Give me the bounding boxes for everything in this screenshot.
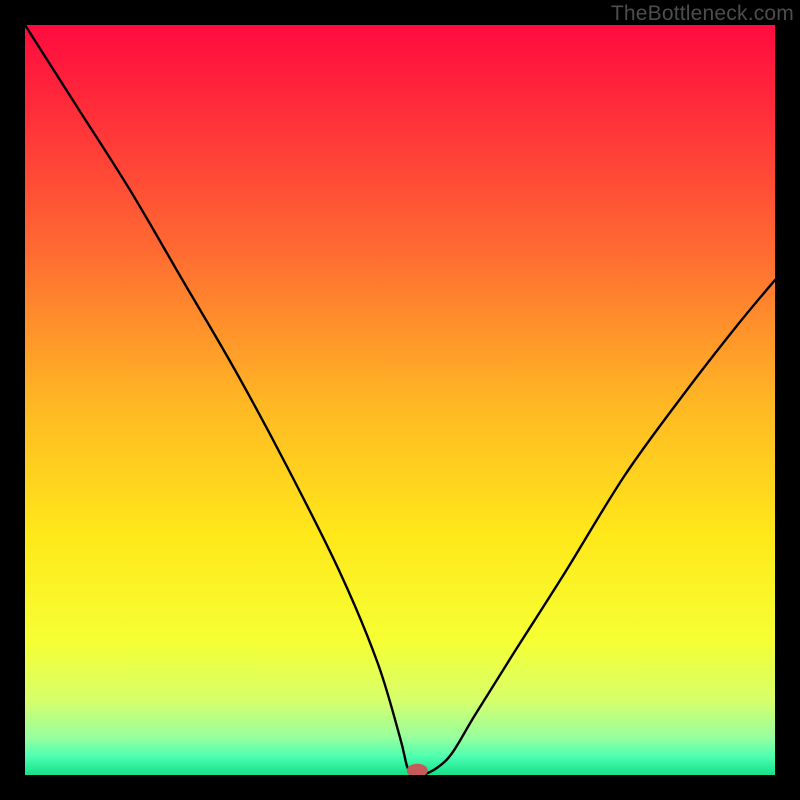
watermark-label: TheBottleneck.com — [611, 2, 794, 26]
gradient-background — [25, 25, 775, 775]
plot-area — [25, 25, 775, 775]
chart-frame: TheBottleneck.com — [0, 0, 800, 800]
bottleneck-chart — [25, 25, 775, 775]
